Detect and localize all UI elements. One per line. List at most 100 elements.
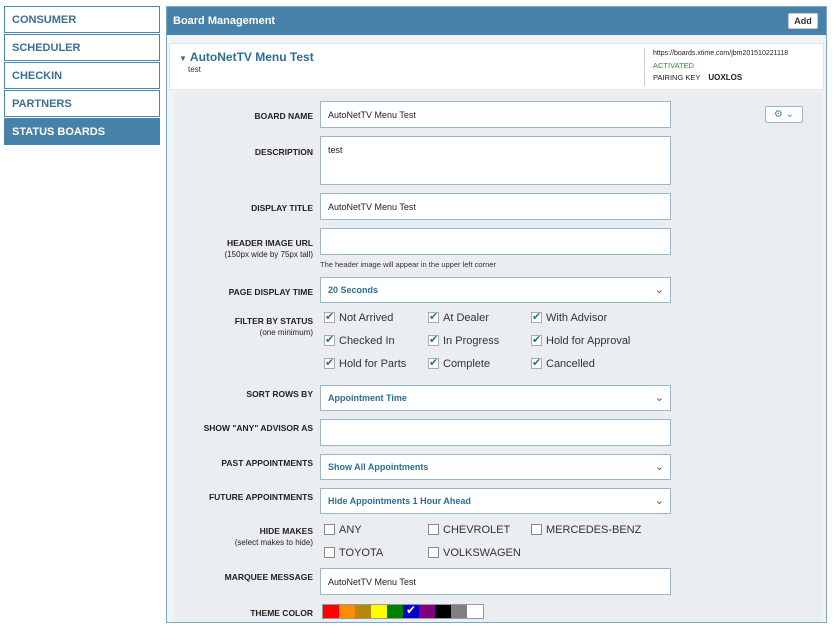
theme-color-swatch[interactable]	[339, 605, 355, 618]
chevron-down-icon: ⌄	[785, 109, 795, 120]
marquee-message-input[interactable]: AutoNetTV Menu Test	[320, 568, 671, 595]
make-checkbox-any[interactable]: ANY	[324, 523, 362, 537]
board-title-toggle[interactable]: ▼ AutoNetTV Menu Test	[179, 50, 314, 64]
theme-color-swatch[interactable]	[355, 605, 371, 618]
theme-color-swatch[interactable]	[419, 605, 435, 618]
theme-color-swatch[interactable]	[467, 605, 483, 618]
filter-by-status-label: FILTER BY STATUS (one minimum)	[163, 316, 313, 337]
checkbox-label: In Progress	[443, 335, 500, 347]
checkbox-unchecked-icon	[531, 524, 542, 535]
checkbox-checked-icon	[324, 333, 335, 347]
checkbox-unchecked-icon	[428, 547, 439, 558]
status-checkbox-at-dealer[interactable]: At Dealer	[428, 310, 489, 325]
filter-by-status-label-text: FILTER BY STATUS	[234, 316, 313, 326]
future-appointments-select[interactable]: Hide Appointments 1 Hour Ahead ⌄	[320, 488, 671, 514]
theme-color-swatch[interactable]	[435, 605, 451, 618]
checkbox-unchecked-icon	[324, 524, 335, 535]
future-appointments-value: Hide Appointments 1 Hour Ahead	[328, 496, 471, 506]
future-appointments-label: FUTURE APPOINTMENTS	[208, 492, 313, 502]
past-appointments-select[interactable]: Show All Appointments ⌄	[320, 454, 671, 480]
status-checkbox-in-progress[interactable]: In Progress	[428, 333, 500, 348]
chevron-down-icon: ⌄	[654, 461, 664, 473]
pairing-key-row: PAIRING KEY UOXLOS	[653, 72, 824, 84]
header-image-hint: The header image will appear in the uppe…	[320, 260, 496, 269]
pairing-key-value: UOXLOS	[708, 73, 743, 82]
make-checkbox-volkswagen[interactable]: VOLKSWAGEN	[428, 546, 521, 560]
board-form: ⚙ ⌄ BOARD NAME AutoNetTV Menu Test DESCR…	[175, 92, 823, 622]
checkbox-label: Checked In	[339, 335, 395, 347]
hide-makes-label-text: HIDE MAKES	[259, 526, 313, 536]
checkbox-checked-icon	[324, 356, 335, 370]
make-checkbox-mercedes-benz[interactable]: MERCEDES-BENZ	[531, 523, 641, 537]
sidebar-item-scheduler[interactable]: SCHEDULER	[4, 34, 160, 61]
sidebar-item-consumer[interactable]: CONSUMER	[4, 6, 160, 33]
checkbox-label: Hold for Approval	[546, 335, 631, 347]
header-image-label: HEADER IMAGE URL (150px wide by 75px tall…	[163, 238, 314, 259]
panel-title: Board Management	[173, 15, 276, 27]
chevron-down-icon: ⌄	[654, 495, 664, 507]
checkbox-label: Not Arrived	[339, 312, 394, 324]
header-image-sublabel: (150px wide by 75px tall)	[224, 250, 314, 259]
checkbox-checked-icon	[428, 310, 439, 324]
theme-color-label: THEME COLOR	[250, 608, 313, 618]
display-title-label: DISPLAY TITLE	[251, 203, 313, 213]
board-subtitle: test	[188, 65, 201, 74]
hide-makes-label: HIDE MAKES (select makes to hide)	[163, 526, 313, 547]
status-checkbox-hold-for-approval[interactable]: Hold for Approval	[531, 333, 631, 348]
checkbox-checked-icon	[531, 333, 542, 347]
make-checkbox-toyota[interactable]: TOYOTA	[324, 546, 383, 560]
checkbox-label: Complete	[443, 358, 491, 370]
description-textarea[interactable]: test	[320, 136, 671, 185]
sort-rows-by-select[interactable]: Appointment Time ⌄	[320, 385, 671, 411]
status-badge: ACTIVATED	[653, 61, 694, 70]
filter-by-status-sublabel: (one minimum)	[259, 328, 313, 337]
checkbox-checked-icon	[531, 356, 542, 370]
theme-color-swatch[interactable]	[451, 605, 467, 618]
past-appointments-label: PAST APPOINTMENTS	[221, 458, 313, 468]
checkbox-unchecked-icon	[428, 524, 439, 535]
board-name-label: BOARD NAME	[254, 111, 313, 121]
status-checkbox-hold-for-parts[interactable]: Hold for Parts	[324, 356, 406, 371]
sidebar-item-checkin[interactable]: CHECKIN	[4, 62, 160, 89]
checkbox-label: ANY	[339, 524, 362, 536]
theme-color-swatch[interactable]	[371, 605, 387, 618]
checkbox-label: TOYOTA	[339, 547, 384, 559]
checkbox-unchecked-icon	[324, 547, 335, 558]
board-title: AutoNetTV Menu Test	[189, 50, 314, 64]
checkbox-checked-icon	[428, 333, 439, 347]
sort-rows-by-label: SORT ROWS BY	[246, 389, 313, 399]
checkbox-checked-icon	[324, 310, 335, 324]
show-any-advisor-label: SHOW "ANY" ADVISOR AS	[203, 423, 313, 433]
theme-color-swatch[interactable]	[323, 605, 339, 618]
sidebar-item-status-boards[interactable]: STATUS BOARDS	[4, 118, 160, 145]
status-checkbox-not-arrived[interactable]: Not Arrived	[324, 310, 394, 325]
past-appointments-value: Show All Appointments	[328, 462, 429, 472]
board-url[interactable]: https://boards.xtime.com/jbm201510221118	[653, 48, 824, 60]
board-management-panel: Board Management Add ▼ AutoNetTV Menu Tes…	[166, 6, 827, 623]
gear-icon: ⚙	[773, 109, 783, 120]
header-image-label-text: HEADER IMAGE URL	[227, 238, 313, 248]
status-checkbox-checked-in[interactable]: Checked In	[324, 333, 395, 348]
make-checkbox-chevrolet[interactable]: CHEVROLET	[428, 523, 510, 537]
show-any-advisor-input[interactable]	[320, 419, 671, 446]
marquee-message-label: MARQUEE MESSAGE	[224, 572, 313, 582]
theme-color-swatch[interactable]	[387, 605, 403, 618]
board-name-input[interactable]: AutoNetTV Menu Test	[320, 101, 671, 128]
add-button[interactable]: Add	[788, 13, 818, 29]
header-image-url-input[interactable]	[320, 228, 671, 255]
sidebar-item-partners[interactable]: PARTNERS	[4, 90, 160, 117]
display-title-input[interactable]: AutoNetTV Menu Test	[320, 193, 671, 220]
chevron-down-icon: ⌄	[654, 392, 664, 404]
status-checkbox-complete[interactable]: Complete	[428, 356, 491, 371]
status-checkbox-with-advisor[interactable]: With Advisor	[531, 310, 608, 325]
settings-dropdown-button[interactable]: ⚙ ⌄	[765, 106, 803, 123]
theme-color-picker	[322, 603, 484, 619]
checkbox-checked-icon	[531, 310, 542, 324]
page-display-time-select[interactable]: 20 Seconds ⌄	[320, 277, 671, 303]
checkbox-label: With Advisor	[546, 312, 608, 324]
panel-header: Board Management Add	[167, 7, 826, 35]
checkbox-label: VOLKSWAGEN	[443, 547, 521, 559]
triangle-down-icon: ▼	[179, 54, 187, 63]
theme-color-swatch[interactable]	[403, 603, 419, 618]
status-checkbox-cancelled[interactable]: Cancelled	[531, 356, 595, 371]
